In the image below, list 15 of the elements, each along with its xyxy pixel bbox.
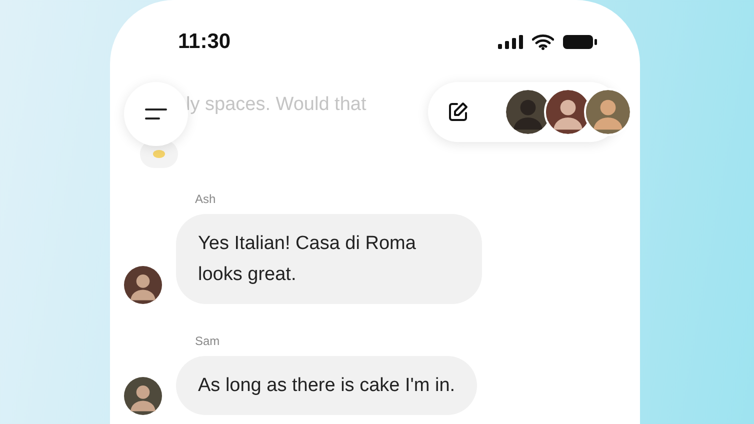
sender-name: Sam <box>195 334 221 348</box>
wifi-icon <box>532 34 554 50</box>
message-bubble: Yes Italian! Casa di Roma looks great. <box>176 214 482 304</box>
sender-name: Ash <box>195 192 217 206</box>
avatar-icon[interactable] <box>124 377 162 415</box>
battery-icon <box>562 34 598 50</box>
message-bubble: As long as there is cake I'm in. <box>176 356 478 415</box>
emoji-icon <box>152 149 166 159</box>
faded-message-text: ly spaces. Would that <box>186 94 366 115</box>
menu-icon <box>145 108 167 120</box>
signal-icon <box>498 35 524 49</box>
avatar-icon[interactable] <box>124 266 162 304</box>
status-time: 11:30 <box>178 30 231 54</box>
edit-button[interactable] <box>446 100 470 124</box>
edit-icon <box>446 100 470 124</box>
